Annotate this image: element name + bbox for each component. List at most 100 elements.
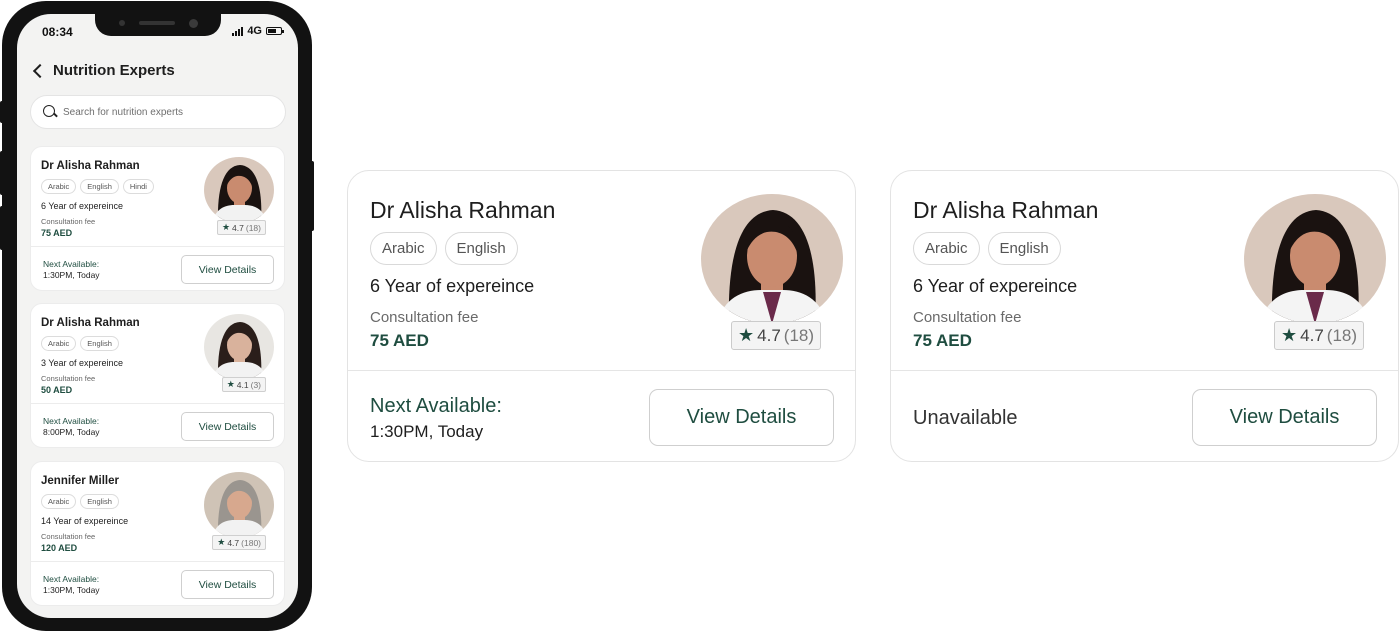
next-available-label: Next Available: (43, 574, 100, 584)
view-details-button[interactable]: View Details (181, 412, 274, 441)
experience-text: 3 Year of expereince (41, 358, 124, 368)
fee-label: Consultation fee (41, 374, 96, 383)
experience-text: 6 Year of expereince (41, 201, 124, 211)
view-details-button[interactable]: View Details (181, 255, 274, 284)
expert-card[interactable]: Dr Alisha Rahman Arabic English Hindi 6 Year… (30, 146, 285, 291)
rating-count: (18) (783, 325, 815, 345)
camera-icon (189, 19, 198, 28)
rating-badge: ★ 4.7 (18) (1274, 321, 1365, 350)
page-title: Nutrition Experts (53, 62, 175, 79)
language-tag: English (80, 179, 119, 194)
view-details-button[interactable]: View Details (1192, 389, 1377, 446)
language-tag: Hindi (122, 179, 154, 194)
rating-value: 4.7 (1300, 325, 1324, 345)
next-available: Next Available: 1:30PM, Today (43, 259, 100, 281)
status-indicators: 4G (232, 25, 284, 37)
next-available-label: Next Available: (43, 416, 100, 426)
search-input[interactable] (63, 106, 263, 118)
expert-card-unavailable[interactable]: Dr Alisha Rahman Arabic English 6 Year o… (890, 170, 1399, 462)
next-available-time: 1:30PM, Today (43, 270, 100, 280)
star-icon: ★ (738, 325, 755, 345)
fee-label: Consultation fee (41, 217, 96, 226)
language-tag: Arabic (41, 336, 77, 351)
expert-name: Dr Alisha Rahman (913, 197, 1099, 223)
fee-value: 75 AED (370, 331, 429, 350)
language-tag: English (80, 336, 119, 351)
expert-name: Dr Alisha Rahman (41, 160, 140, 172)
signal-icon (232, 26, 244, 36)
divider (348, 370, 855, 371)
app-header: Nutrition Experts (31, 62, 175, 79)
language-tag: Arabic (913, 232, 980, 265)
expert-name: Jennifer Miller (41, 475, 119, 487)
fee-label: Consultation fee (41, 532, 96, 541)
experience-text: 6 Year of expereince (370, 276, 535, 296)
phone-volume-down-button (0, 206, 4, 250)
unavailable-status: Unavailable (913, 407, 1018, 429)
avatar (701, 194, 843, 324)
expert-card-available[interactable]: Dr Alisha Rahman Arabic English 6 Year o… (347, 170, 856, 462)
search-bar[interactable] (30, 95, 286, 129)
network-type: 4G (247, 25, 262, 37)
language-tags: Arabic English (370, 232, 518, 265)
star-icon: ★ (221, 222, 231, 232)
rating-count: (18) (245, 222, 261, 233)
next-available-time: 1:30PM, Today (43, 585, 100, 595)
rating-badge: ★ 4.1 (3) (221, 377, 266, 392)
experience-text: 6 Year of expereince (913, 276, 1078, 296)
phone-screen: 08:34 4G Nutrition Experts Dr Alisha Rah… (17, 14, 298, 618)
avatar (204, 472, 274, 538)
sensor-icon (119, 20, 125, 26)
rating-value: 4.7 (232, 222, 244, 233)
fee-value: 120 AED (41, 543, 78, 553)
rating-count: (18) (1326, 325, 1358, 345)
rating-badge: ★ 4.7 (18) (216, 220, 266, 235)
fee-label: Consultation fee (370, 309, 479, 326)
chevron-left-icon[interactable] (32, 63, 48, 78)
rating-count: (180) (241, 537, 261, 548)
language-tags: Arabic English (913, 232, 1061, 265)
view-details-button[interactable]: View Details (181, 570, 274, 599)
search-icon (43, 105, 57, 119)
language-tag: English (80, 494, 119, 509)
status-time: 08:34 (42, 25, 73, 39)
fee-label: Consultation fee (913, 309, 1022, 326)
next-available: Next Available: 1:30PM, Today (43, 574, 100, 596)
language-tags: Arabic English Hindi (41, 179, 154, 194)
speaker-icon (139, 21, 175, 25)
experience-text: 14 Year of expereince (41, 516, 129, 526)
language-tag: Arabic (41, 494, 77, 509)
next-available-label: Next Available: (370, 395, 502, 417)
rating-value: 4.7 (757, 325, 781, 345)
divider (891, 370, 1398, 371)
avatar (1244, 194, 1386, 324)
battery-icon (266, 27, 284, 35)
expert-name: Dr Alisha Rahman (370, 197, 556, 223)
fee-value: 50 AED (41, 385, 73, 395)
expert-card[interactable]: Dr Alisha Rahman Arabic English 3 Year of e… (30, 303, 285, 448)
rating-badge: ★ 4.7 (18) (731, 321, 822, 350)
phone-mute-switch (0, 101, 4, 123)
language-tag: English (444, 232, 518, 265)
language-tags: Arabic English (41, 494, 119, 509)
next-available-time: 1:30PM, Today (370, 422, 484, 441)
rating-value: 4.7 (227, 537, 240, 548)
divider (31, 246, 284, 247)
phone-mockup: 08:34 4G Nutrition Experts Dr Alisha Rah… (0, 1, 314, 631)
expert-card[interactable]: Jennifer Miller Arabic English 14 Year of e… (30, 461, 285, 606)
divider (31, 403, 284, 404)
rating-count: (3) (250, 379, 261, 390)
language-tag: English (987, 232, 1061, 265)
next-available: Next Available: 8:00PM, Today (43, 416, 100, 438)
star-icon: ★ (217, 537, 226, 547)
next-available: Next Available: 1:30PM, Today (370, 395, 502, 442)
fee-value: 75 AED (41, 228, 73, 238)
divider (31, 561, 284, 562)
next-available-label: Next Available: (43, 259, 100, 269)
rating-badge: ★ 4.7 (180) (212, 535, 266, 550)
language-tags: Arabic English (41, 336, 119, 351)
view-details-button[interactable]: View Details (649, 389, 834, 446)
avatar (204, 314, 274, 380)
fee-value: 75 AED (913, 331, 972, 350)
language-tag: Arabic (41, 179, 77, 194)
